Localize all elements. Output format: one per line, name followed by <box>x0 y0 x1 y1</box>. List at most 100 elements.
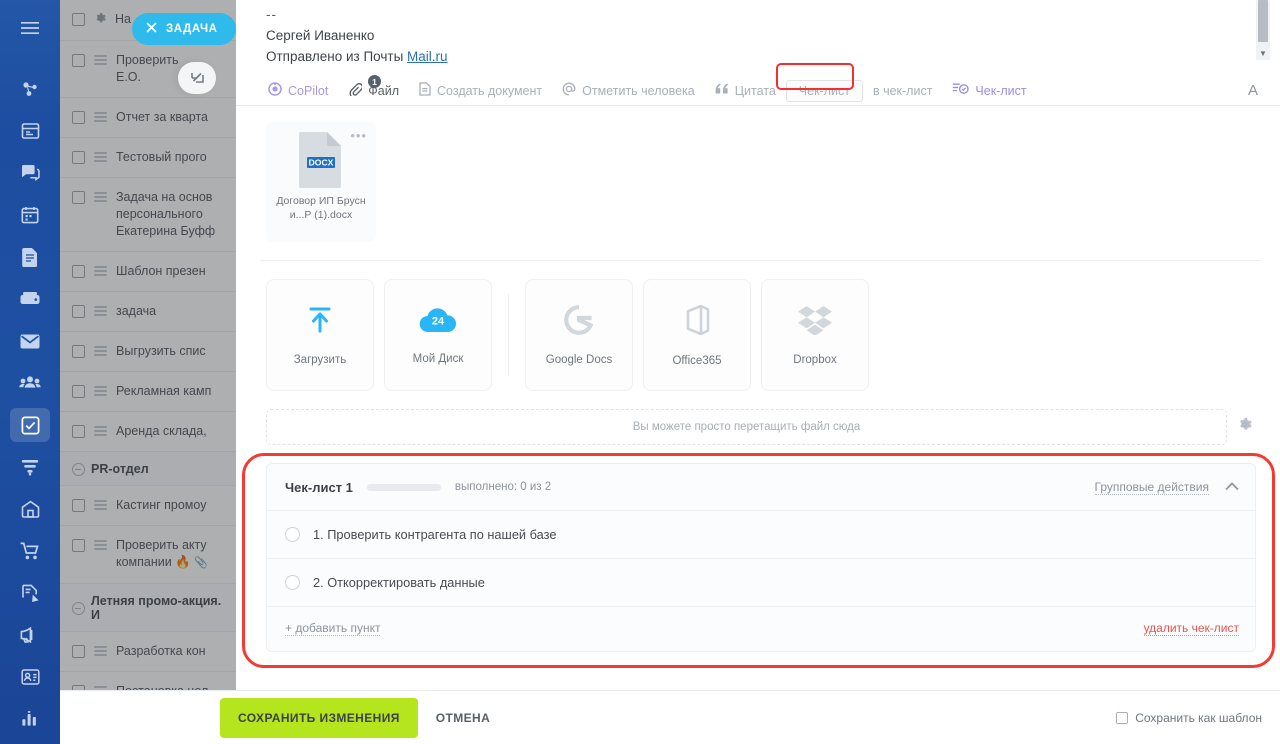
bottom-action-bar: СОХРАНИТЬ ИЗМЕНЕНИЯ ОТМЕНА Сохранить как… <box>0 690 1280 744</box>
dropzone-label: Вы можете просто перетащить файл сюда <box>632 421 861 433</box>
google-icon <box>564 304 594 340</box>
checklist-item-label: 1. Проверить контрагента по нашей базе <box>313 527 557 542</box>
document-icon <box>419 82 431 99</box>
dropbox-label: Dropbox <box>793 353 837 366</box>
attached-file-card[interactable]: ••• DOCX Договор ИП Брусн и...Р (1).docx <box>266 122 376 242</box>
analytics-icon[interactable] <box>10 702 50 736</box>
signature-icon[interactable] <box>10 576 50 610</box>
file-dropzone[interactable]: Вы можете просто перетащить файл сюда <box>266 409 1227 445</box>
group-actions-link[interactable]: Групповые действия <box>1094 480 1209 495</box>
upload-sources-row: Загрузить 24 Мой Диск Google Docs Office… <box>260 261 1262 405</box>
collapse-panel-handle[interactable] <box>178 62 216 94</box>
quote-label: Цитата <box>734 83 776 98</box>
upload-source-mydisk[interactable]: 24 Мой Диск <box>384 279 492 391</box>
more-dots-icon[interactable]: ••• <box>350 128 367 143</box>
modal-dim-overlay <box>60 0 236 744</box>
editor-scrollbar[interactable]: ▼ <box>1256 0 1270 60</box>
attachment-area: ••• DOCX Договор ИП Брусн и...Р (1).docx <box>260 106 1262 261</box>
copilot-button[interactable]: CoPilot <box>258 78 338 103</box>
upload-source-upload[interactable]: Загрузить <box>266 279 374 391</box>
checklist-footer: + добавить пункт удалить чек-лист <box>267 607 1255 651</box>
checklist-item-label: 2. Откорректировать данные <box>313 575 485 590</box>
paperclip-icon <box>348 82 364 99</box>
save-button[interactable]: СОХРАНИТЬ ИЗМЕНЕНИЯ <box>220 697 418 738</box>
copilot-icon <box>268 82 282 99</box>
scrollbar-thumb[interactable] <box>1258 0 1268 42</box>
tasks-icon[interactable] <box>10 408 50 442</box>
group-icon[interactable] <box>10 366 50 400</box>
network-icon[interactable] <box>10 72 50 106</box>
calendar-icon[interactable] <box>10 198 50 232</box>
at-icon <box>562 82 576 99</box>
marketing-icon[interactable] <box>10 618 50 652</box>
scroll-down-icon[interactable]: ▼ <box>1256 46 1270 60</box>
chat-icon[interactable] <box>10 156 50 190</box>
checklist-item[interactable]: 2. Откорректировать данные <box>267 559 1255 607</box>
upload-source-dropbox[interactable]: Dropbox <box>761 279 869 391</box>
docx-file-icon: DOCX <box>299 132 341 188</box>
gear-icon[interactable] <box>1237 417 1256 437</box>
googledocs-label: Google Docs <box>545 353 613 366</box>
cutoff-row-text <box>260 674 263 688</box>
office365-label: Office365 <box>672 354 722 367</box>
cancel-button[interactable]: ОТМЕНА <box>436 711 490 725</box>
quote-icon <box>715 83 729 98</box>
svg-text:24: 24 <box>432 315 445 327</box>
upload-label: Загрузить <box>293 353 347 366</box>
checklist-item[interactable]: 1. Проверить контрагента по нашей базе <box>267 511 1255 559</box>
checklist-button[interactable]: Чек-лист <box>785 79 863 102</box>
document-icon[interactable] <box>10 240 50 274</box>
checklist-progress-text: выполнено: 0 из 2 <box>454 481 552 493</box>
email-signature: -- Сергей Иваненко Отправлено из Почты M… <box>236 0 1280 67</box>
checklist-container: Чек-лист 1 выполнено: 0 из 2 Групповые д… <box>242 453 1275 668</box>
mailru-link[interactable]: Mail.ru <box>407 49 448 64</box>
checklist-header-actions: Групповые действия <box>1094 478 1240 496</box>
signature-name: Сергей Иваненко <box>266 28 375 43</box>
task-type-chip[interactable]: ЗАДАЧА <box>132 13 236 45</box>
create-document-button[interactable]: Создать документ <box>409 78 552 103</box>
upload-icon <box>305 305 335 340</box>
chevron-up-icon[interactable] <box>1225 478 1239 496</box>
company-icon[interactable] <box>10 492 50 526</box>
checkbox-box[interactable] <box>1116 711 1129 724</box>
save-as-template-checkbox[interactable]: Сохранить как шаблон <box>1116 711 1262 725</box>
editor-toolbar: CoPilot Файл 1 Создать документ Отметить… <box>236 75 1280 106</box>
signature-sent-from: Отправлено из Почты Mail.ru <box>266 49 448 64</box>
cloud-24-icon: 24 <box>419 306 457 339</box>
checklist-item-checkbox[interactable] <box>285 575 300 590</box>
task-edit-panel: -- Сергей Иваненко Отправлено из Почты M… <box>236 0 1280 690</box>
checklist-title: Чек-лист 1 <box>285 479 353 495</box>
close-icon[interactable] <box>146 22 157 36</box>
to-checklist-button[interactable]: в чек-лист <box>863 80 942 102</box>
checklist-template-label: Чек-лист <box>975 83 1027 98</box>
file-button[interactable]: Файл 1 <box>338 75 409 103</box>
upload-source-googledocs[interactable]: Google Docs <box>525 279 633 391</box>
checklist-header: Чек-лист 1 выполнено: 0 из 2 Групповые д… <box>267 464 1255 511</box>
checklist-button-label: Чек-лист <box>798 83 850 98</box>
dropzone-row: Вы можете просто перетащить файл сюда <box>260 405 1262 457</box>
checklist-item-checkbox[interactable] <box>285 527 300 542</box>
sources-divider <box>508 294 509 376</box>
checklist-template-button[interactable]: Чек-лист <box>942 78 1036 103</box>
copilot-label: CoPilot <box>288 83 329 98</box>
to-checklist-label: в чек-лист <box>872 83 933 98</box>
attachments-and-checklist-body: ••• DOCX Договор ИП Брусн и...Р (1).docx <box>236 106 1280 668</box>
save-as-template-label: Сохранить как шаблон <box>1135 710 1262 725</box>
font-style-button[interactable]: A <box>1248 82 1266 99</box>
quote-button[interactable]: Цитата <box>705 79 786 102</box>
mention-person-label: Отметить человека <box>582 83 695 98</box>
mention-person-button[interactable]: Отметить человека <box>552 78 705 103</box>
checklist-template-icon <box>952 82 970 99</box>
add-checklist-item-button[interactable]: + добавить пункт <box>285 621 381 636</box>
hamburger-icon[interactable] <box>10 10 50 46</box>
drive-icon[interactable] <box>10 282 50 316</box>
mydisk-label: Мой Диск <box>412 352 464 365</box>
shop-icon[interactable] <box>10 534 50 568</box>
contacts-icon[interactable] <box>10 660 50 694</box>
mail-icon[interactable] <box>10 324 50 358</box>
upload-source-office365[interactable]: Office365 <box>643 279 751 391</box>
funnel-icon[interactable] <box>10 450 50 484</box>
news-icon[interactable] <box>10 114 50 148</box>
delete-checklist-button[interactable]: удалить чек-лист <box>1143 621 1239 636</box>
signature-dashes: -- <box>266 7 277 22</box>
